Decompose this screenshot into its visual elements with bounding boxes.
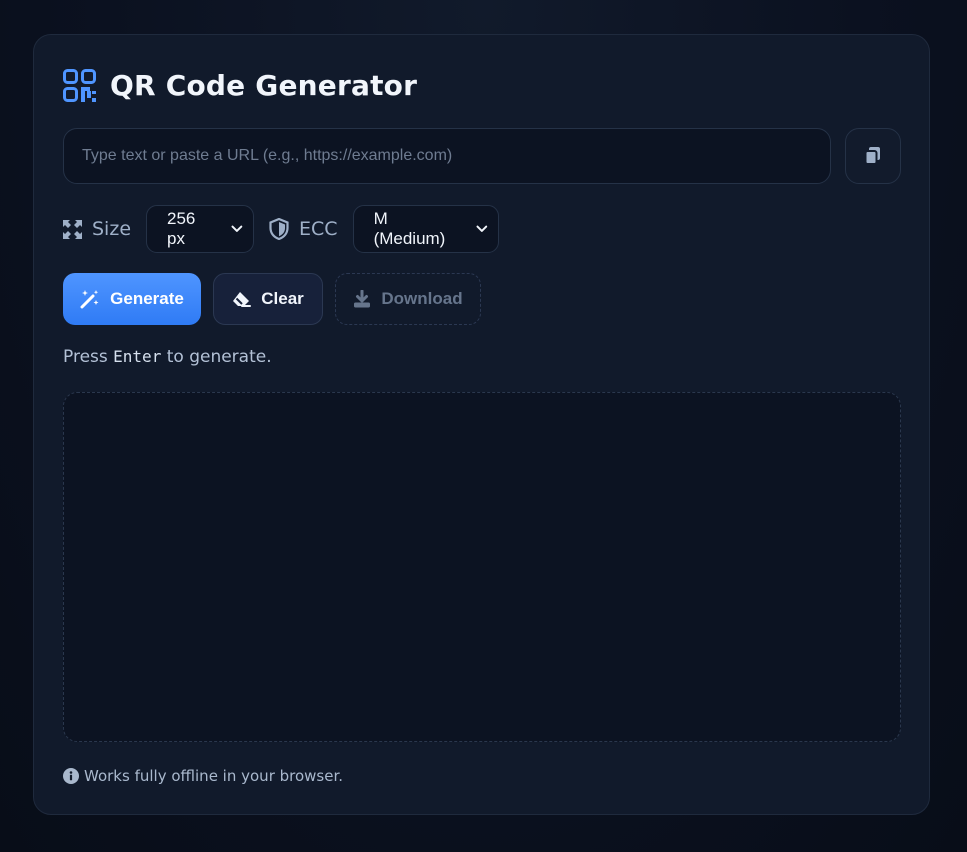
ecc-label-text: ECC: [299, 218, 338, 240]
page-title: QR Code Generator: [110, 69, 418, 102]
hint-prefix: Press: [63, 347, 114, 367]
footer-text: Works fully offline in your browser.: [84, 767, 344, 785]
size-select[interactable]: 256 px: [146, 205, 255, 253]
options-row: Size 256 px ECC M (Medium): [63, 205, 499, 253]
size-label-text: Size: [92, 218, 132, 240]
ecc-select[interactable]: M (Medium): [352, 205, 499, 253]
size-label: Size: [63, 218, 131, 240]
footer-note: Works fully offline in your browser.: [63, 767, 343, 785]
ecc-select-value: M (Medium): [373, 209, 446, 248]
input-row: [63, 128, 901, 184]
expand-icon: [63, 219, 82, 239]
qr-preview-area: [63, 392, 901, 742]
download-button[interactable]: Download: [335, 273, 481, 325]
text-url-input[interactable]: [63, 128, 831, 184]
qr-code-icon: [63, 69, 96, 102]
download-button-label: Download: [381, 289, 463, 308]
keyboard-hint: Press Enter to generate.: [63, 347, 272, 367]
chevron-down-icon: [476, 225, 488, 232]
chevron-down-icon: [231, 225, 243, 232]
generate-button[interactable]: Generate: [63, 273, 201, 325]
ecc-label: ECC: [269, 218, 338, 240]
generate-button-label: Generate: [110, 289, 184, 308]
action-buttons: Generate Clear Download: [63, 273, 481, 325]
shield-icon: [269, 218, 289, 240]
hint-key: Enter: [113, 347, 162, 366]
eraser-icon: [233, 292, 252, 307]
size-select-value: 256 px: [167, 209, 196, 248]
hint-suffix: to generate.: [161, 347, 272, 367]
clear-button-label: Clear: [261, 289, 304, 308]
info-icon: [63, 768, 79, 784]
clear-button[interactable]: Clear: [213, 273, 323, 325]
paste-button[interactable]: [845, 128, 901, 184]
header: QR Code Generator: [63, 69, 417, 102]
download-icon: [354, 290, 371, 308]
generator-card: QR Code Generator Size 256 px: [33, 34, 930, 815]
magic-wand-icon: [80, 290, 99, 309]
clipboard-icon: [864, 147, 880, 165]
